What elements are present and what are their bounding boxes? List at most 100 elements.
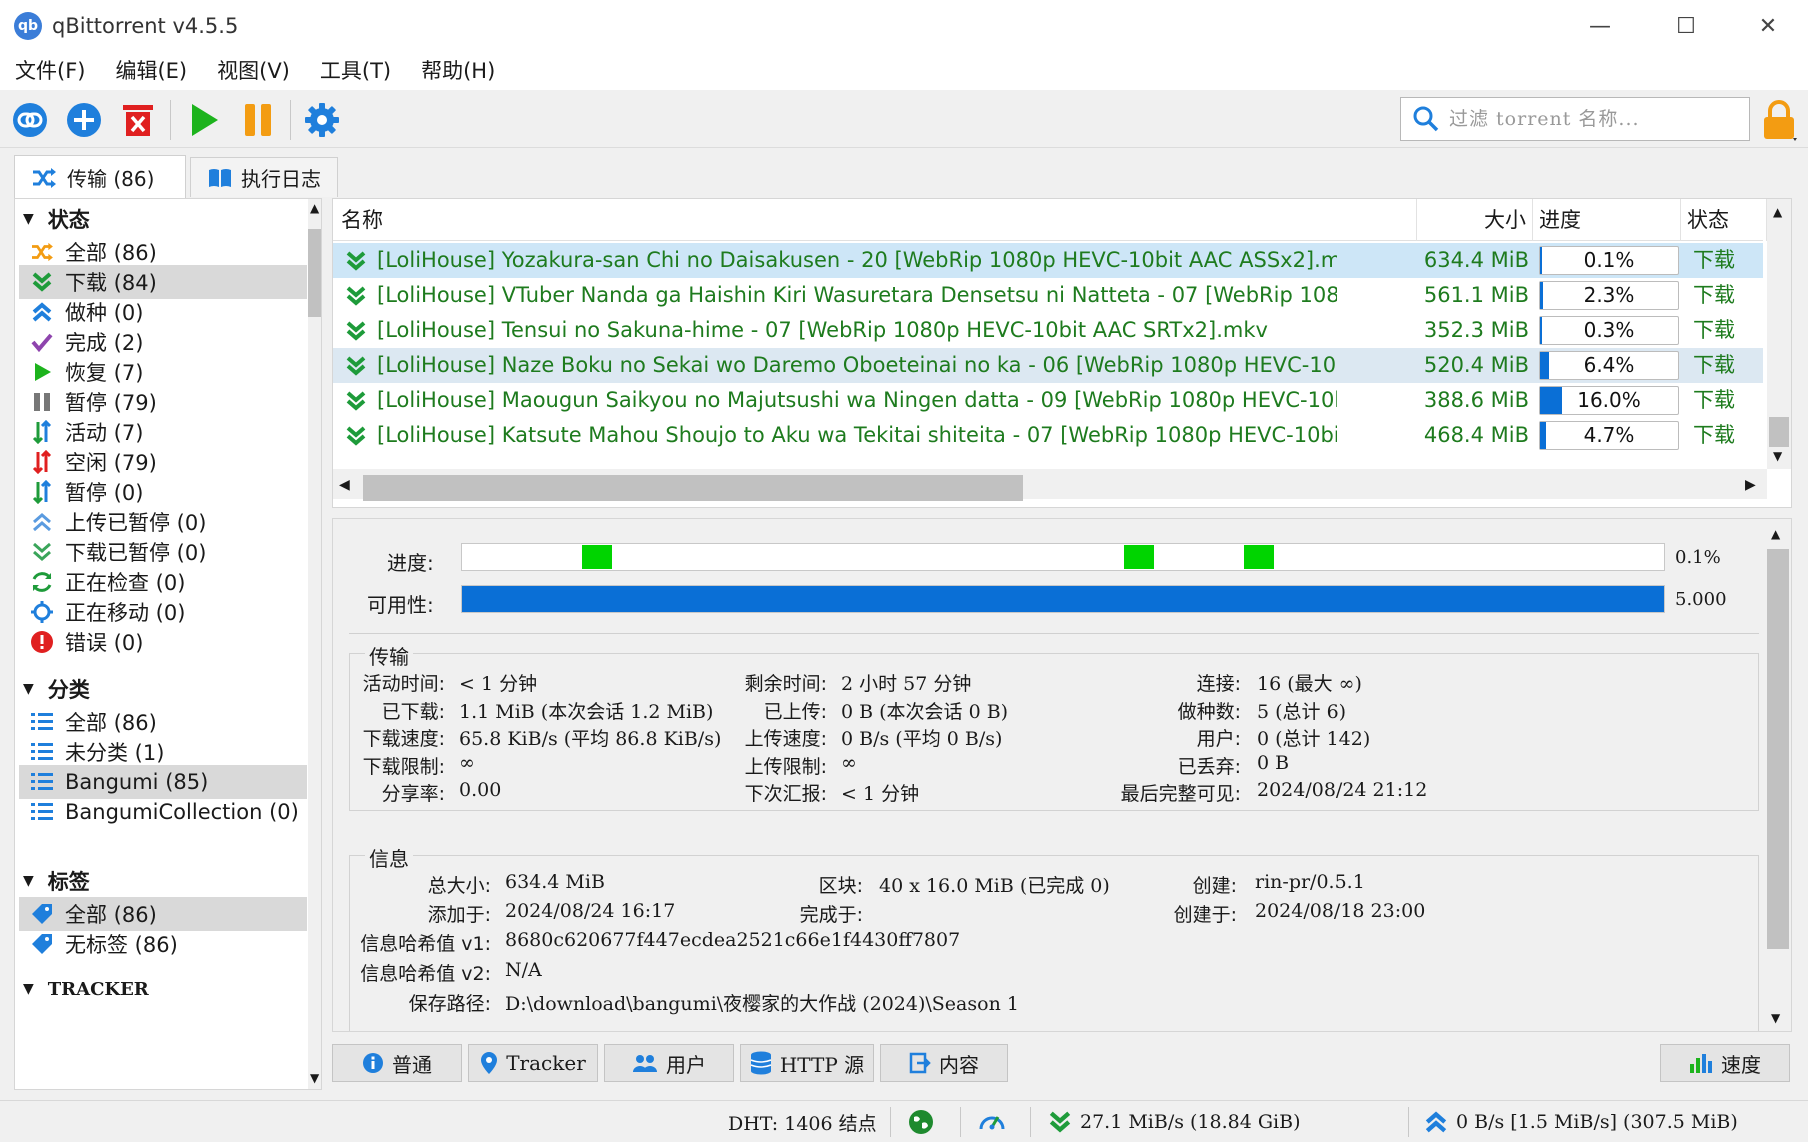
tag-all[interactable]: 全部 (86) xyxy=(19,897,307,931)
scroll-down-icon[interactable]: ▼ xyxy=(1773,449,1782,463)
info-value: 634.4 MiB xyxy=(505,871,605,893)
torrent-size: 468.4 MiB xyxy=(1423,423,1529,447)
column-progress[interactable]: 进度 xyxy=(1533,199,1681,241)
torrent-progress-bar: 6.4% xyxy=(1539,351,1679,380)
list-icon xyxy=(27,767,57,797)
table-row[interactable]: [LoliHouse] VTuber Nanda ga Haishin Kiri… xyxy=(333,278,1763,313)
tab-http-sources[interactable]: HTTP 源 xyxy=(740,1044,874,1082)
sidebar-item-stalled-download[interactable]: 下载已暂停 (0) xyxy=(19,535,307,569)
sidebar-item-downloading[interactable]: 下载 (84) xyxy=(19,265,307,299)
menu-file[interactable]: 文件(F) xyxy=(0,52,100,90)
status-header[interactable]: ▼ 状态 xyxy=(23,203,90,235)
table-row[interactable]: [LoliHouse] Yozakura-san Chi no Daisakus… xyxy=(333,243,1763,278)
scroll-up-icon[interactable]: ▲ xyxy=(310,201,319,215)
chevron-down-icon: ▼ xyxy=(23,211,34,227)
sidebar-item-inactive[interactable]: 空闲 (79) xyxy=(19,445,307,479)
list-horizontal-thumb[interactable] xyxy=(363,475,1023,501)
scroll-up-icon[interactable]: ▲ xyxy=(1773,205,1782,219)
scroll-down-icon[interactable]: ▼ xyxy=(310,1071,319,1085)
add-link-button[interactable] xyxy=(8,98,52,142)
tab-transfers[interactable]: 传输 (86) xyxy=(14,155,186,199)
search-icon xyxy=(1413,106,1439,132)
sidebar-item-seeding[interactable]: 做种 (0) xyxy=(19,295,307,329)
transfer-key: 已下载: xyxy=(381,700,445,723)
sidebar-item-stalled[interactable]: 暂停 (0) xyxy=(19,475,307,509)
column-size[interactable]: 大小 xyxy=(1417,199,1533,241)
connection-status-button[interactable] xyxy=(908,1101,934,1142)
close-button[interactable]: ✕ xyxy=(1728,0,1808,52)
transfer-value: < 1 分钟 xyxy=(459,673,538,695)
pause-icon xyxy=(245,104,271,136)
status-header-label: 状态 xyxy=(47,208,90,232)
menu-help[interactable]: 帮助(H) xyxy=(406,52,510,90)
sidebar-item-active[interactable]: 活动 (7) xyxy=(19,415,307,449)
resume-button[interactable] xyxy=(182,98,226,142)
menu-edit[interactable]: 编辑(E) xyxy=(100,52,202,90)
tab-content[interactable]: 内容 xyxy=(880,1044,1008,1082)
minimize-button[interactable]: — xyxy=(1560,0,1640,52)
speed-limits-button[interactable] xyxy=(978,1101,1006,1142)
sidebar-scroll-thumb[interactable] xyxy=(308,229,321,317)
scroll-right-icon[interactable]: ▶ xyxy=(1745,477,1756,493)
tag-untagged[interactable]: 无标签 (86) xyxy=(19,927,307,961)
filter-input[interactable] xyxy=(1449,100,1749,138)
category-uncategorized[interactable]: 未分类 (1) xyxy=(19,735,307,769)
scroll-up-icon[interactable]: ▲ xyxy=(1771,527,1780,541)
sidebar-item-label: 正在移动 (0) xyxy=(65,601,186,625)
menu-tools[interactable]: 工具(T) xyxy=(305,52,406,90)
sidebar-item-all[interactable]: 全部 (86) xyxy=(19,235,307,269)
sidebar-scrollbar[interactable] xyxy=(308,199,321,1089)
torrent-size: 388.6 MiB xyxy=(1423,388,1529,412)
transfer-value: < 1 分钟 xyxy=(841,783,920,805)
content-icon xyxy=(909,1052,931,1074)
upload-speed: 0 B/s [1.5 MiB/s] (307.5 MiB) xyxy=(1424,1101,1738,1142)
scroll-left-icon[interactable]: ◀ xyxy=(339,477,350,493)
torrent-status: 下载 xyxy=(1693,283,1735,307)
download-icon xyxy=(27,267,57,297)
sidebar-item-moving[interactable]: 正在移动 (0) xyxy=(19,595,307,629)
tab-speed[interactable]: 速度 xyxy=(1660,1044,1790,1082)
sidebar-item-checking[interactable]: 正在检查 (0) xyxy=(19,565,307,599)
lock-button[interactable] xyxy=(1754,98,1804,142)
pause-button[interactable] xyxy=(236,98,280,142)
sidebar-item-paused[interactable]: 暂停 (79) xyxy=(19,385,307,419)
category-header[interactable]: ▼ 分类 xyxy=(23,673,90,705)
sidebar-item-completed[interactable]: 完成 (2) xyxy=(19,325,307,359)
maximize-button[interactable]: ☐ xyxy=(1646,0,1726,52)
sidebar-item-stalled-upload[interactable]: 上传已暂停 (0) xyxy=(19,505,307,539)
maximize-icon: ☐ xyxy=(1676,13,1696,39)
delete-button[interactable] xyxy=(116,98,160,142)
options-button[interactable] xyxy=(300,98,344,142)
details-scroll-thumb[interactable] xyxy=(1767,549,1789,949)
table-row[interactable]: [LoliHouse] Maougun Saikyou no Majutsush… xyxy=(333,383,1763,418)
tab-peers[interactable]: 用户 xyxy=(604,1044,734,1082)
transfer-key: 最后完整可见: xyxy=(1120,783,1241,805)
add-torrent-button[interactable] xyxy=(62,98,106,142)
table-row[interactable]: [LoliHouse] Tensui no Sakuna-hime - 07 [… xyxy=(333,313,1763,348)
tab-log[interactable]: 执行日志 xyxy=(190,157,338,197)
table-row[interactable]: [LoliHouse] Naze Boku no Sekai wo Daremo… xyxy=(333,348,1763,383)
moving-icon xyxy=(27,597,57,627)
column-name[interactable]: 名称 xyxy=(333,199,1417,241)
sidebar-item-label: 活动 (7) xyxy=(65,421,144,445)
tracker-header[interactable]: ▼ TRACKER xyxy=(23,973,149,1005)
sidebar-item-errored[interactable]: 错误 (0) xyxy=(19,625,307,659)
category-all[interactable]: 全部 (86) xyxy=(19,705,307,739)
resume-icon xyxy=(192,104,218,136)
category-bangumi[interactable]: Bangumi (85) xyxy=(19,765,307,799)
download-icon xyxy=(341,383,371,418)
sidebar-item-resumed[interactable]: 恢复 (7) xyxy=(19,355,307,389)
category-bangumicollection[interactable]: BangumiCollection (0) xyxy=(19,795,307,829)
sidebar-item-label: 空闲 (79) xyxy=(65,451,157,475)
table-row[interactable]: [LoliHouse] Katsute Mahou Shoujo to Aku … xyxy=(333,418,1763,453)
tab-general[interactable]: 普通 xyxy=(332,1044,462,1082)
scroll-down-icon[interactable]: ▼ xyxy=(1771,1011,1780,1025)
menu-view[interactable]: 视图(V) xyxy=(202,52,305,90)
transfer-value: 0 B/s (平均 0 B/s) xyxy=(841,728,1003,750)
list-vertical-thumb[interactable] xyxy=(1769,417,1789,447)
torrent-size: 520.4 MiB xyxy=(1423,353,1529,377)
tag-header[interactable]: ▼ 标签 xyxy=(23,865,90,897)
tab-trackers[interactable]: Tracker xyxy=(468,1044,598,1082)
availability-label: 可用性: xyxy=(367,593,434,617)
column-status[interactable]: 状态 xyxy=(1681,199,1767,241)
